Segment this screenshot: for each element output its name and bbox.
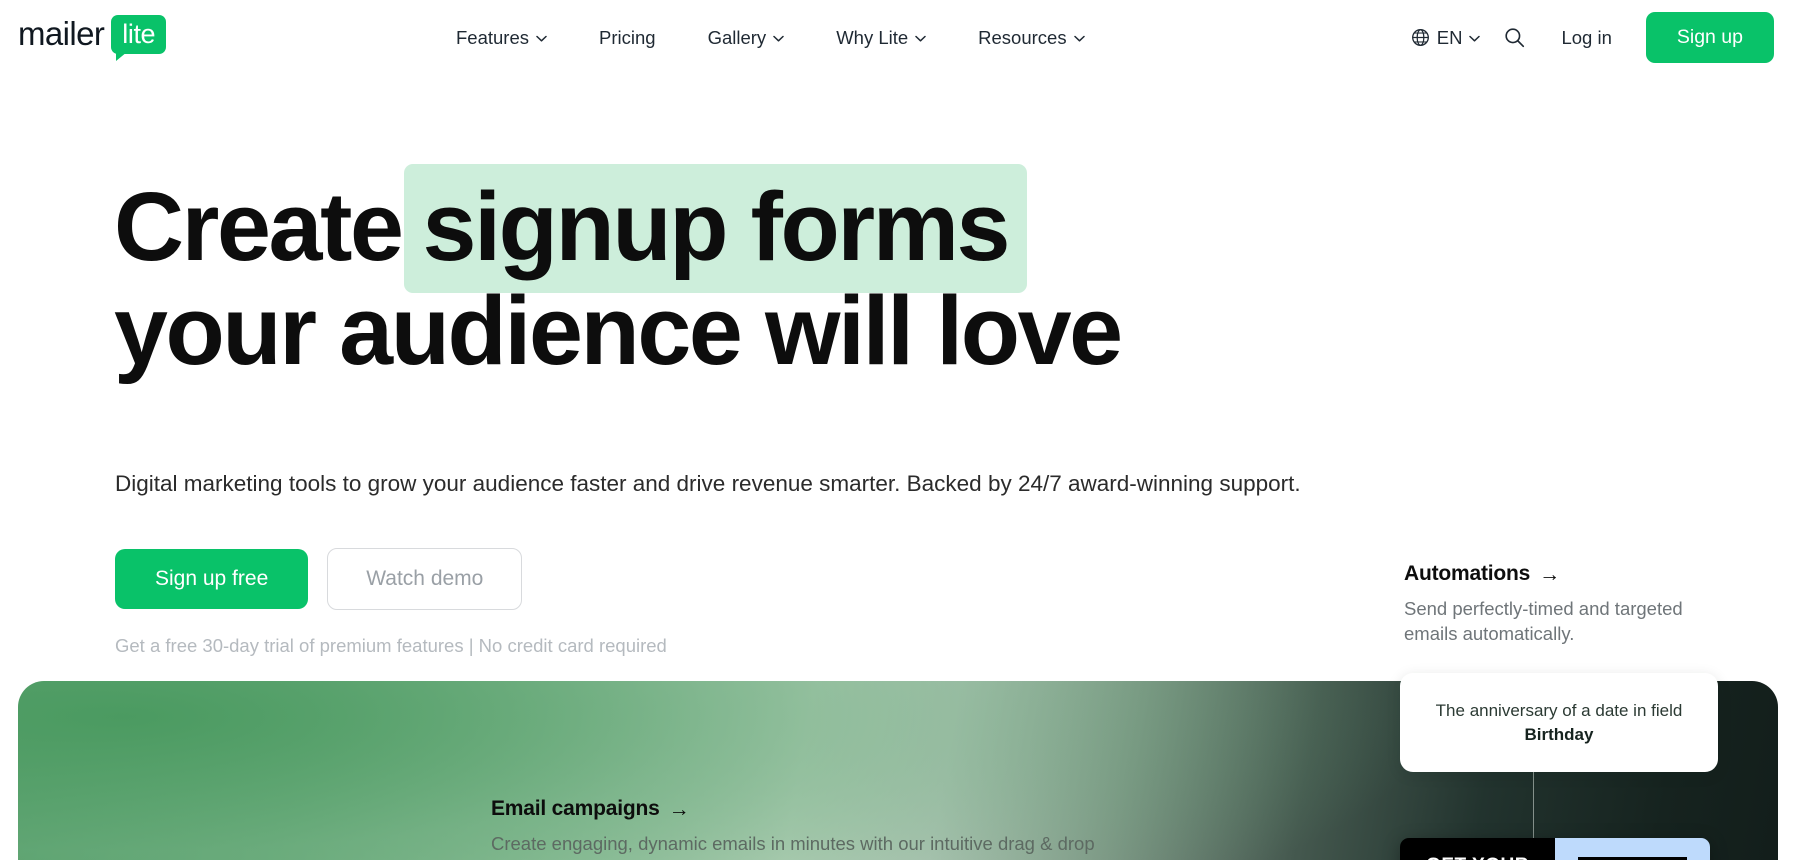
flow-connector-line (1533, 772, 1534, 839)
promo-discount-area: - 40% (1555, 838, 1710, 860)
automations-title: Automations (1404, 562, 1531, 585)
header-actions: EN Log in Sign up (1401, 0, 1774, 75)
watch-demo-button[interactable]: Watch demo (327, 548, 523, 610)
nav-item-features[interactable]: Features (430, 19, 573, 57)
chevron-down-icon (773, 35, 784, 42)
promo-line-1: GET YOUR (1426, 854, 1529, 860)
trial-fineprint: Get a free 30-day trial of premium featu… (115, 635, 667, 656)
automation-trigger-card[interactable]: The anniversary of a date in field Birth… (1400, 673, 1718, 772)
login-link[interactable]: Log in (1539, 19, 1633, 57)
promo-headline: GET YOUR DISCOUNT (1400, 838, 1555, 860)
logo-wordmark: mailer (18, 15, 105, 52)
automations-link[interactable]: Automations → (1404, 562, 1734, 586)
nav-item-resources[interactable]: Resources (952, 19, 1110, 57)
hero-cta-row: Sign up free Watch demo (115, 548, 523, 610)
language-selector[interactable]: EN (1401, 19, 1491, 57)
automation-trigger-field: Birthday (1524, 724, 1594, 744)
hero-subheadline: Digital marketing tools to grow your aud… (115, 471, 1301, 496)
nav-label-why-lite: Why Lite (836, 26, 909, 48)
chevron-down-icon (1469, 35, 1481, 42)
arrow-right-icon: → (1539, 562, 1560, 586)
nav-label-gallery: Gallery (707, 26, 767, 48)
automations-description: Send perfectly-timed and targeted emails… (1404, 598, 1683, 644)
arrow-right-icon: → (668, 797, 690, 821)
nav-label-features: Features (456, 26, 530, 48)
feature-card-automations: Automations → Send perfectly-timed and t… (1404, 562, 1734, 646)
promo-email-card[interactable]: GET YOUR DISCOUNT - 40% (1400, 838, 1710, 860)
nav-item-gallery[interactable]: Gallery (682, 19, 811, 57)
page-root: mailer lite Features Pricing Gallery Why (0, 0, 1796, 860)
headline-highlight: signup forms (403, 164, 1028, 293)
chevron-down-icon (536, 35, 547, 42)
automation-trigger-prefix: The anniversary of a date in field (1435, 700, 1683, 720)
chevron-down-icon (915, 35, 926, 42)
signup-button[interactable]: Sign up (1645, 12, 1774, 63)
automation-trigger-text: The anniversary of a date in field Birth… (1400, 699, 1718, 747)
email-campaigns-description: Create engaging, dynamic emails in minut… (491, 833, 1095, 860)
globe-icon (1411, 28, 1430, 47)
nav-item-pricing[interactable]: Pricing (573, 19, 682, 57)
email-campaigns-link[interactable]: Email campaigns → (491, 797, 1111, 821)
signup-free-button[interactable]: Sign up free (115, 549, 309, 609)
language-label: EN (1436, 26, 1463, 48)
nav-item-why-lite[interactable]: Why Lite (810, 19, 952, 57)
chevron-down-icon (1073, 35, 1085, 42)
feature-card-email-campaigns: Email campaigns → Create engaging, dynam… (491, 797, 1111, 860)
site-header: mailer lite Features Pricing Gallery Why (0, 0, 1796, 75)
logo-lite-badge: lite (111, 15, 167, 61)
page-title: Create signup forms your audience will lo… (114, 164, 1123, 385)
headline-line-2: your audience will love (114, 276, 1123, 385)
search-button[interactable] (1490, 19, 1539, 56)
nav-label-pricing: Pricing (599, 26, 656, 48)
main-navigation: Features Pricing Gallery Why Lite Resour… (430, 0, 1111, 75)
mailerlite-logo[interactable]: mailer lite (18, 14, 167, 61)
nav-label-resources: Resources (978, 26, 1067, 48)
search-icon (1504, 27, 1525, 48)
email-campaigns-title: Email campaigns (491, 797, 660, 820)
headline-part-1: Create (114, 172, 404, 281)
